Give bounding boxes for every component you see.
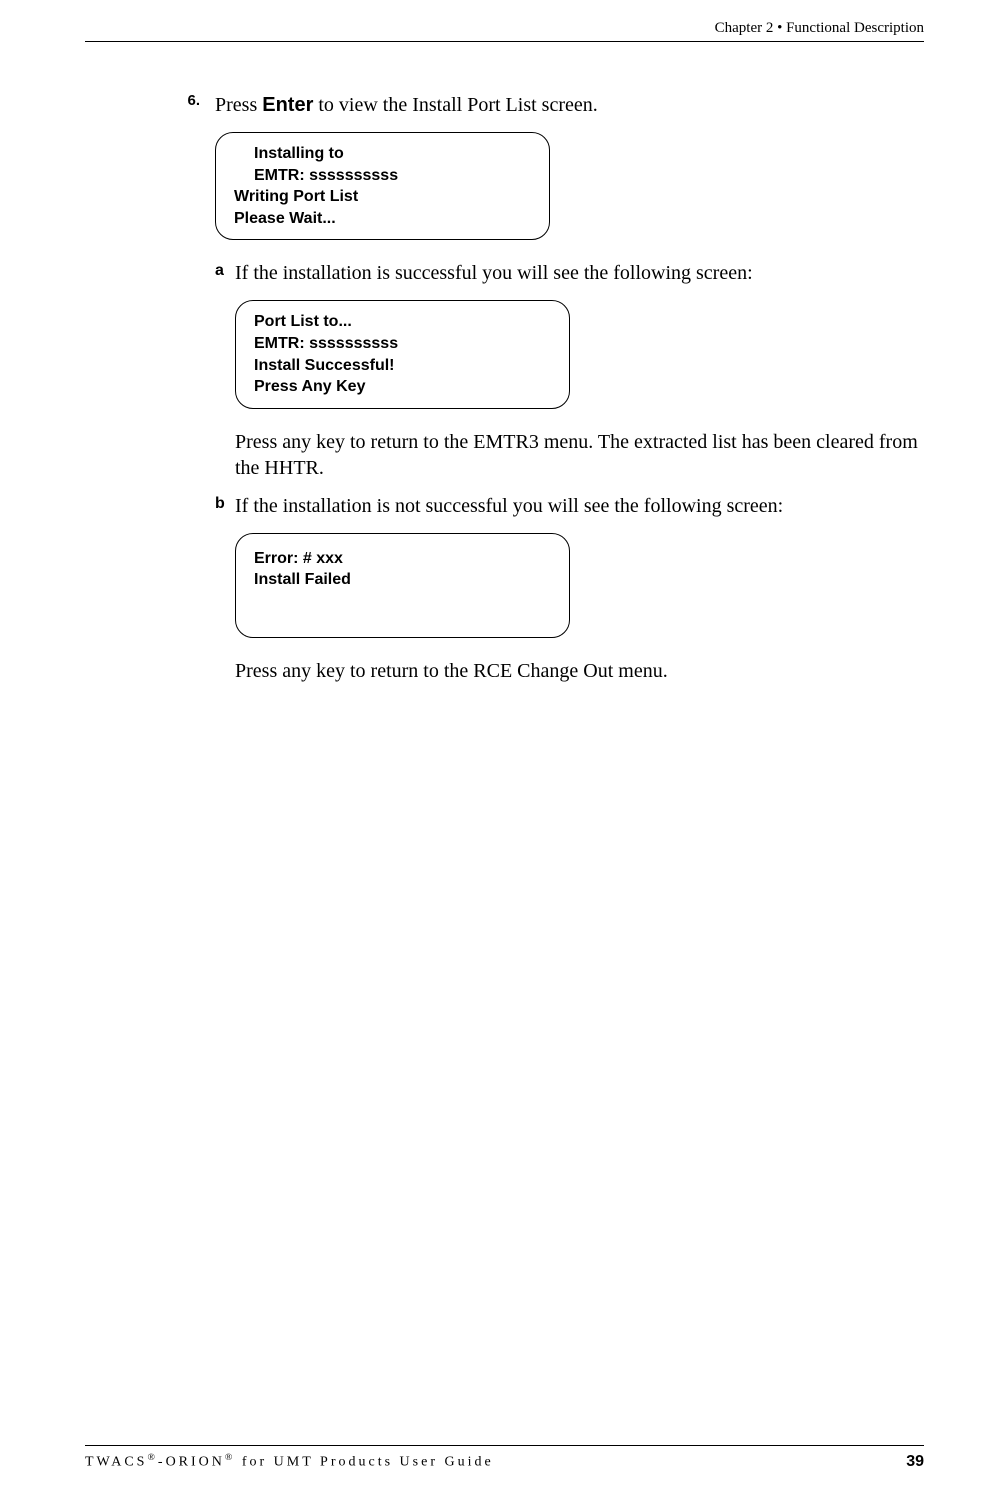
screen3-line3: Install Failed	[254, 569, 551, 591]
step-number: 6.	[160, 92, 215, 118]
footer-reg1: ®	[147, 1452, 157, 1463]
footer-rest: for UMT Products User Guide	[235, 1455, 493, 1470]
screen-failed: Error: # xxx Install Failed	[235, 533, 570, 638]
page-footer: TWACS®-ORION® for UMT Products User Guid…	[85, 1445, 924, 1471]
sub-b-block: b If the installation is not successful …	[215, 493, 924, 519]
chapter-title: Chapter 2 • Functional Description	[715, 20, 924, 36]
screen-installing: Installing to EMTR: ssssssssss Writing P…	[215, 132, 550, 240]
screen2-line4: Press Any Key	[254, 376, 551, 398]
sub-b-letter: b	[215, 493, 235, 519]
step6-pre: Press	[215, 94, 262, 116]
para-after-b: Press any key to return to the RCE Chang…	[235, 658, 924, 684]
step-text: Press Enter to view the Install Port Lis…	[215, 92, 598, 118]
step6-bold: Enter	[262, 94, 313, 116]
screen1-line2: EMTR: ssssssssss	[234, 165, 531, 187]
para-after-a: Press any key to return to the EMTR3 men…	[235, 429, 924, 481]
footer-title: TWACS®-ORION® for UMT Products User Guid…	[85, 1452, 494, 1471]
screen1-line3: Writing Port List	[234, 186, 531, 208]
page-header: Chapter 2 • Functional Description	[85, 20, 924, 42]
screen2-line1: Port List to...	[254, 311, 551, 333]
step-6: 6. Press Enter to view the Install Port …	[160, 92, 924, 118]
step6-post: to view the Install Port List screen.	[313, 94, 597, 116]
footer-twacs: TWACS	[85, 1455, 147, 1470]
screen2-line3: Install Successful!	[254, 355, 551, 377]
page-number: 39	[906, 1453, 924, 1471]
screen2-line2: EMTR: ssssssssss	[254, 333, 551, 355]
sub-a-letter: a	[215, 260, 235, 286]
footer-reg2: ®	[225, 1452, 235, 1463]
sub-b-text: If the installation is not successful yo…	[235, 493, 783, 519]
sub-a-text: If the installation is successful you wi…	[235, 260, 753, 286]
sub-a-block: a If the installation is successful you …	[215, 260, 924, 286]
screen1-line1: Installing to	[234, 143, 531, 165]
footer-orion: -ORION	[158, 1455, 225, 1470]
screen3-line1: Error: # xxx	[254, 548, 551, 570]
screen1-line4: Please Wait...	[234, 208, 531, 230]
screen-success: Port List to... EMTR: ssssssssss Install…	[235, 300, 570, 408]
